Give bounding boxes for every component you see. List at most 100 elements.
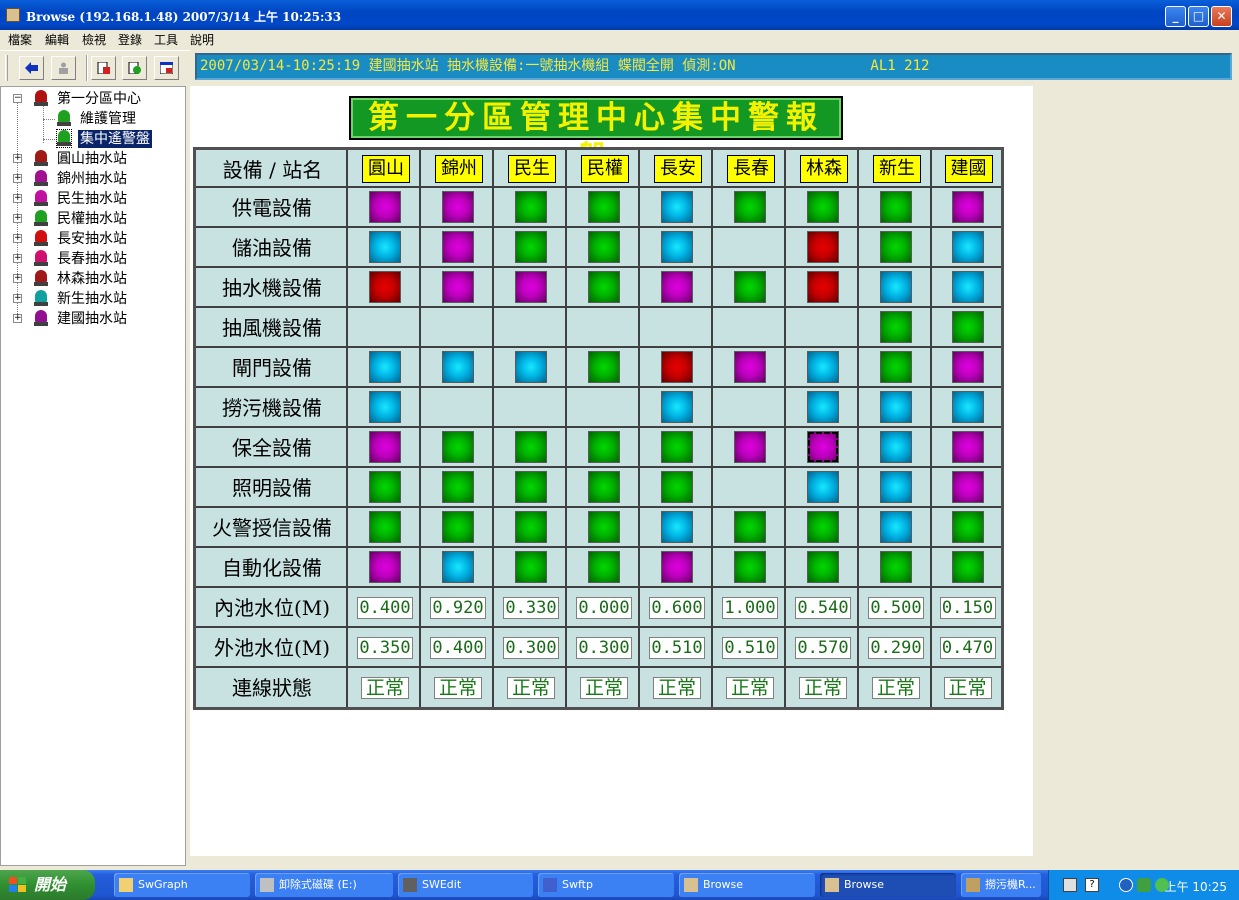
status-indicator[interactable] — [442, 471, 474, 503]
status-indicator[interactable] — [951, 431, 984, 463]
status-indicator[interactable] — [442, 351, 474, 383]
status-indicator[interactable] — [661, 391, 693, 423]
status-indicator[interactable] — [951, 311, 984, 343]
status-indicator[interactable] — [880, 271, 912, 303]
taskbar-button[interactable]: Browse — [820, 873, 956, 897]
status-indicator[interactable] — [369, 471, 401, 503]
user-button[interactable] — [51, 56, 76, 80]
status-indicator[interactable] — [661, 271, 693, 303]
expand-icon[interactable]: + — [13, 314, 22, 323]
station-header[interactable]: 民權 — [581, 155, 629, 183]
menu-edit[interactable]: 編輯 — [45, 31, 69, 48]
status-indicator[interactable] — [951, 511, 984, 543]
tree-item-station[interactable]: + 民權抽水站 — [1, 210, 187, 228]
status-indicator[interactable] — [807, 551, 839, 583]
horizontal-scrollbar[interactable] — [190, 856, 1239, 866]
tree-item-station[interactable]: + 建國抽水站 — [1, 310, 187, 328]
menu-help[interactable]: 說明 — [190, 31, 214, 48]
keyboard-icon[interactable] — [1063, 878, 1077, 892]
tree-item-station[interactable]: + 長安抽水站 — [1, 230, 187, 248]
status-indicator[interactable] — [880, 191, 912, 223]
status-indicator[interactable] — [588, 551, 620, 583]
status-indicator[interactable] — [661, 471, 693, 503]
status-indicator[interactable] — [588, 351, 620, 383]
status-indicator[interactable] — [442, 231, 474, 263]
status-indicator[interactable] — [442, 191, 474, 223]
network-icon[interactable] — [1137, 878, 1151, 892]
expand-icon[interactable]: + — [13, 294, 22, 303]
taskbar-button[interactable]: 卸除式磁碟 (E:) — [255, 873, 393, 897]
expand-icon[interactable]: + — [13, 214, 22, 223]
start-button[interactable]: 開始 — [0, 870, 95, 900]
status-indicator[interactable] — [734, 551, 766, 583]
station-header[interactable]: 圓山 — [362, 155, 410, 183]
tree-item-station[interactable]: + 長春抽水站 — [1, 250, 187, 268]
help-icon[interactable]: ? — [1085, 878, 1099, 892]
status-indicator[interactable] — [515, 191, 547, 223]
status-indicator[interactable] — [588, 471, 620, 503]
status-indicator[interactable] — [951, 231, 984, 263]
refresh-button[interactable] — [122, 56, 147, 80]
taskbar-button[interactable]: Browse — [679, 873, 815, 897]
document-button[interactable] — [91, 56, 116, 80]
station-header[interactable]: 民生 — [508, 155, 556, 183]
tree-item-central-panel[interactable]: 集中遙警盤 — [1, 129, 187, 148]
status-indicator[interactable] — [807, 391, 839, 423]
status-indicator[interactable] — [951, 191, 984, 223]
status-indicator[interactable] — [880, 551, 912, 583]
menu-tools[interactable]: 工具 — [154, 31, 178, 48]
station-header[interactable]: 長安 — [654, 155, 702, 183]
expand-icon[interactable]: + — [13, 234, 22, 243]
status-indicator[interactable] — [951, 391, 984, 423]
status-indicator[interactable] — [369, 391, 401, 423]
tree-item-maintenance[interactable]: 維護管理 — [1, 110, 187, 128]
status-indicator[interactable] — [807, 511, 839, 543]
expand-icon[interactable]: + — [13, 154, 22, 163]
status-indicator[interactable] — [442, 511, 474, 543]
status-indicator[interactable] — [588, 511, 620, 543]
station-header[interactable]: 建國 — [944, 155, 993, 183]
status-indicator[interactable] — [951, 271, 984, 303]
status-indicator[interactable] — [369, 511, 401, 543]
status-indicator[interactable] — [807, 351, 839, 383]
tree-item-station[interactable]: + 錦州抽水站 — [1, 170, 187, 188]
status-indicator[interactable] — [661, 191, 693, 223]
status-indicator[interactable] — [807, 431, 839, 463]
status-indicator[interactable] — [880, 511, 912, 543]
tree-item-station[interactable]: + 圓山抽水站 — [1, 150, 187, 168]
status-indicator[interactable] — [588, 271, 620, 303]
station-header[interactable]: 林森 — [800, 155, 848, 183]
status-indicator[interactable] — [661, 231, 693, 263]
status-indicator[interactable] — [442, 271, 474, 303]
maximize-button[interactable]: □ — [1188, 6, 1209, 27]
status-indicator[interactable] — [515, 271, 547, 303]
status-indicator[interactable] — [951, 551, 984, 583]
status-indicator[interactable] — [807, 271, 839, 303]
status-indicator[interactable] — [880, 351, 912, 383]
status-indicator[interactable] — [661, 511, 693, 543]
status-indicator[interactable] — [807, 191, 839, 223]
status-indicator[interactable] — [734, 431, 766, 463]
status-indicator[interactable] — [880, 471, 912, 503]
status-indicator[interactable] — [369, 191, 401, 223]
status-indicator[interactable] — [588, 191, 620, 223]
status-indicator[interactable] — [588, 231, 620, 263]
menu-login[interactable]: 登錄 — [118, 31, 142, 48]
tree-item-station[interactable]: + 民生抽水站 — [1, 190, 187, 208]
taskbar-button[interactable]: 撈污機R... — [961, 873, 1041, 897]
tree-item-station[interactable]: + 林森抽水站 — [1, 270, 187, 288]
minimize-button[interactable]: _ — [1165, 6, 1186, 27]
status-indicator[interactable] — [734, 191, 766, 223]
status-indicator[interactable] — [515, 471, 547, 503]
collapse-icon[interactable]: − — [13, 94, 22, 103]
tray-arrow-icon[interactable] — [1119, 878, 1133, 892]
expand-icon[interactable]: + — [13, 194, 22, 203]
station-header[interactable]: 長春 — [727, 155, 775, 183]
status-indicator[interactable] — [369, 431, 401, 463]
taskbar-button[interactable]: SWEdit — [398, 873, 533, 897]
tree-item-station[interactable]: + 新生抽水站 — [1, 290, 187, 308]
expand-icon[interactable]: + — [13, 174, 22, 183]
close-button[interactable]: ✕ — [1211, 6, 1232, 27]
tree-root[interactable]: − 第一分區中心 — [1, 90, 187, 108]
station-header[interactable]: 錦州 — [435, 155, 483, 183]
